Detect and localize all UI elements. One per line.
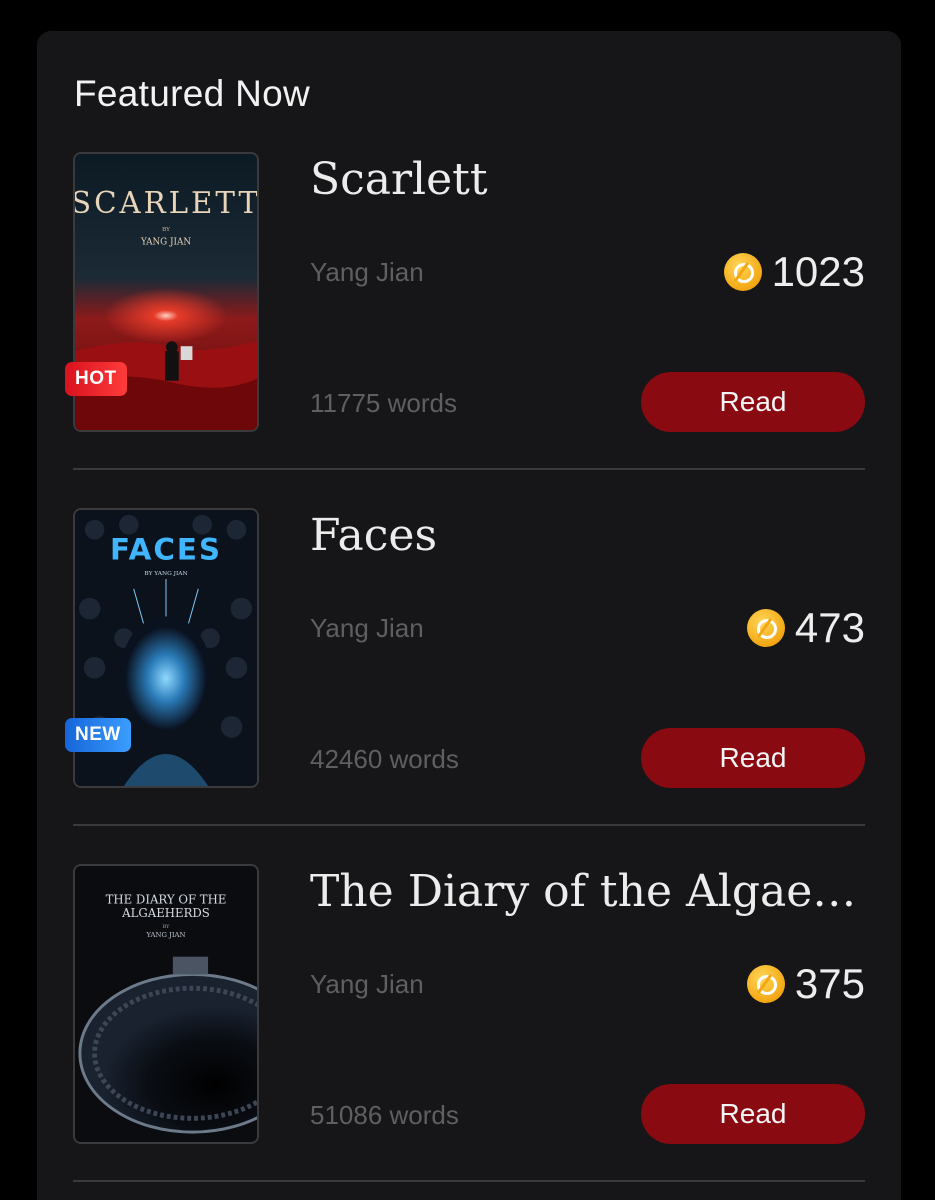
- divider: [73, 824, 865, 826]
- book-price: 473: [746, 604, 865, 652]
- read-button[interactable]: Read: [641, 372, 865, 432]
- price-value: 473: [794, 604, 865, 651]
- word-count: 42460 words: [310, 744, 459, 774]
- coin-icon: [746, 609, 785, 647]
- book-title[interactable]: Scarlett: [310, 154, 870, 205]
- cover-art-algaeherds: THE DIARY OF THE ALGAEHERDS BY YANG JIAN: [75, 866, 257, 1142]
- price-value: 1023: [771, 248, 865, 295]
- book-price: 375: [746, 960, 865, 1008]
- new-badge: NEW: [65, 718, 131, 752]
- book-card[interactable]: SCARLETT BY YANG JIAN HOT Scarlett Yang …: [65, 152, 865, 508]
- coin-icon: [723, 253, 762, 291]
- book-cover[interactable]: THE DIARY OF THE ALGAEHERDS BY YANG JIAN: [73, 864, 259, 1144]
- cover-author: YANG JIAN: [140, 238, 191, 248]
- cover-author: YANG JIAN: [146, 931, 186, 939]
- divider: [73, 468, 865, 470]
- cover-byline: BY YANG JIAN: [144, 571, 187, 577]
- cover-by: BY: [163, 924, 170, 930]
- book-card[interactable]: FACES BY YANG JIAN NEW Faces Yang Jian 4…: [65, 508, 865, 864]
- cover-title-line1: THE DIARY OF THE: [106, 892, 227, 906]
- cover-by: BY: [162, 227, 170, 233]
- cover-title-line2: ALGAEHERDS: [121, 906, 210, 920]
- book-title[interactable]: Faces: [310, 510, 870, 561]
- book-price: 1023: [723, 248, 865, 296]
- coin-icon: [746, 965, 785, 1003]
- featured-panel: Featured Now SCARLETT BY YANG JIAN HOT S…: [37, 31, 901, 1200]
- cover-title: SCARLETT: [75, 186, 257, 220]
- book-author: Yang Jian: [310, 969, 424, 999]
- book-author: Yang Jian: [310, 257, 424, 287]
- price-value: 375: [794, 960, 865, 1007]
- read-button[interactable]: Read: [641, 728, 865, 788]
- cover-title: FACES: [110, 532, 222, 566]
- book-author: Yang Jian: [310, 613, 424, 643]
- book-card[interactable]: THE DIARY OF THE ALGAEHERDS BY YANG JIAN…: [73, 864, 870, 1200]
- word-count: 51086 words: [310, 1100, 459, 1130]
- word-count: 11775 words: [310, 388, 457, 418]
- hot-badge: HOT: [65, 362, 127, 396]
- book-title[interactable]: The Diary of the Algaehe...: [310, 866, 870, 917]
- divider: [73, 1180, 865, 1182]
- section-title: Featured Now: [74, 73, 310, 114]
- read-button[interactable]: Read: [641, 1084, 865, 1144]
